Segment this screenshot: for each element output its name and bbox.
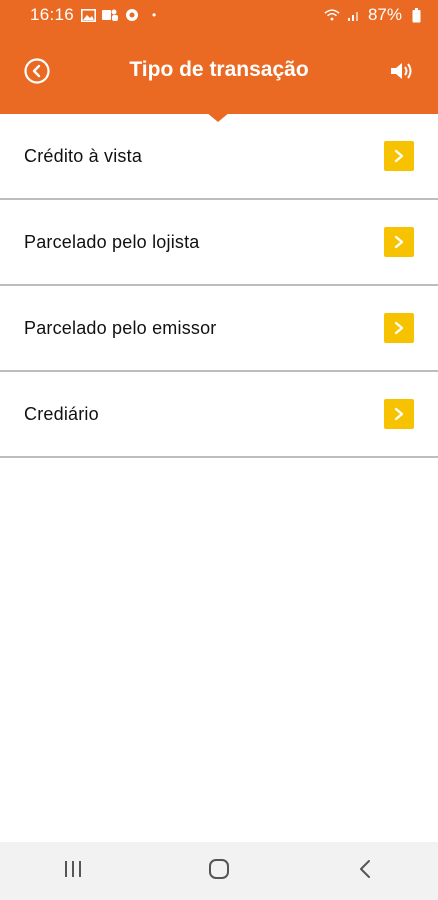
chevron-right-icon: [384, 227, 414, 257]
transaction-type-list: Crédito à vista Parcelado pelo lojista P…: [0, 114, 438, 458]
list-item-crediario[interactable]: Crediário: [0, 372, 438, 458]
list-item-parcelado-emissor[interactable]: Parcelado pelo emissor: [0, 286, 438, 372]
status-bar: 16:16 • 87%: [0, 0, 438, 30]
list-item-parcelado-lojista[interactable]: Parcelado pelo lojista: [0, 200, 438, 286]
page-title: Tipo de transação: [129, 58, 309, 81]
signal-icon: [346, 7, 362, 23]
home-icon: [208, 858, 230, 885]
chevron-right-icon: [384, 141, 414, 171]
sound-button[interactable]: [388, 60, 416, 86]
back-nav-button[interactable]: [335, 851, 395, 891]
recent-apps-icon: [63, 860, 83, 883]
battery-icon: [408, 7, 424, 23]
status-right: 87%: [324, 5, 424, 25]
list-item-label: Parcelado pelo lojista: [24, 231, 200, 252]
chevron-right-icon: [384, 399, 414, 429]
back-arrow-icon: [358, 859, 372, 884]
recent-apps-button[interactable]: [43, 851, 103, 891]
home-button[interactable]: [189, 851, 249, 891]
gallery-notification-icon: [80, 7, 96, 23]
list-item-label: Crédito à vista: [24, 145, 143, 166]
chevron-right-icon: [384, 313, 414, 343]
status-left: 16:16 •: [30, 5, 156, 25]
status-time: 16:16: [30, 5, 75, 24]
list-item-label: Crediário: [24, 403, 99, 424]
app-header: Tipo de transação: [0, 30, 438, 114]
wifi-icon: [324, 7, 340, 23]
battery-percent: 87%: [367, 5, 402, 24]
app-notification-icon: [124, 7, 140, 23]
list-item-label: Parcelado pelo emissor: [24, 317, 217, 338]
teams-notification-icon: [102, 7, 119, 23]
list-item-credito-a-vista[interactable]: Crédito à vista: [0, 114, 438, 200]
more-notifications-dot: •: [152, 8, 157, 22]
speaker-icon: [389, 60, 415, 87]
system-navigation-bar: [0, 842, 438, 900]
